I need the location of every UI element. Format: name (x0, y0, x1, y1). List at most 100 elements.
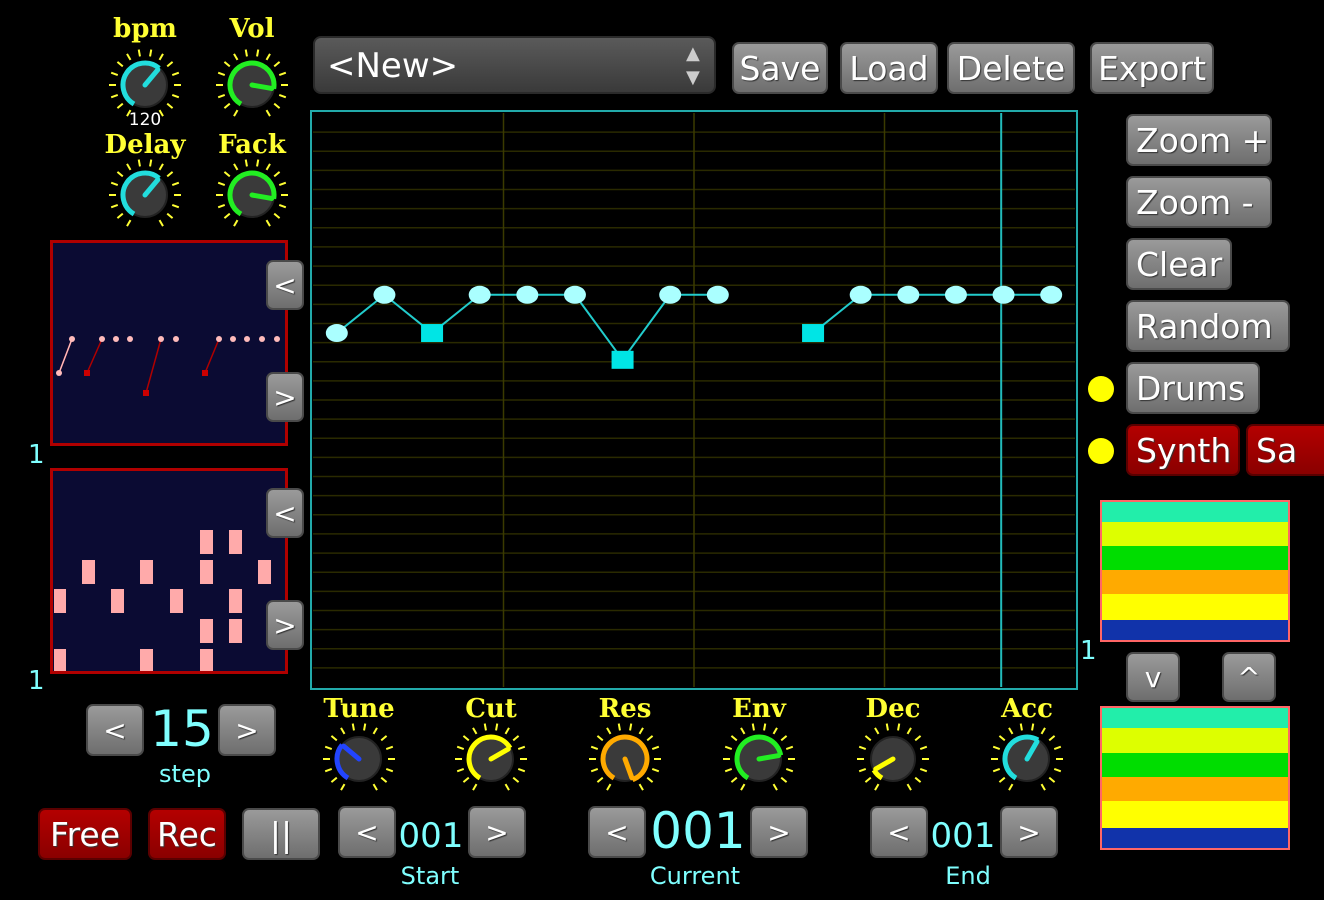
current-decrease-button[interactable]: < (588, 806, 646, 858)
note-dot (325, 324, 348, 343)
res-knob[interactable] (586, 720, 664, 798)
step-increase-button[interactable]: > (218, 704, 276, 756)
tune-knob[interactable] (320, 720, 398, 798)
load-button[interactable]: Load (840, 42, 938, 94)
knob-tick (998, 735, 1006, 742)
drum-next-button[interactable]: > (266, 600, 304, 650)
fack-knob[interactable] (213, 156, 291, 234)
knob-tick (472, 727, 478, 735)
drums-button[interactable]: Drums (1126, 362, 1260, 414)
knob-tick (233, 219, 239, 227)
drum-prev-button[interactable]: < (266, 488, 304, 538)
pattern-next-button[interactable]: > (266, 372, 304, 422)
clear-button[interactable]: Clear (1126, 238, 1232, 290)
knob-tick (512, 776, 520, 783)
start-increase-button[interactable]: > (468, 806, 526, 858)
delete-button[interactable]: Delete (947, 42, 1075, 94)
knob-tick (590, 745, 599, 751)
vol-knob[interactable] (213, 46, 291, 124)
knob-tick (340, 727, 346, 735)
knob-tick (885, 723, 889, 731)
current-increase-button[interactable]: > (750, 806, 808, 858)
knob-tick (646, 776, 654, 783)
acc-knob[interactable] (988, 720, 1066, 798)
meter-down-button[interactable]: v (1126, 652, 1180, 702)
knob-tick (372, 727, 378, 735)
knob-tick (1053, 767, 1062, 773)
vol-label: Vol (229, 14, 275, 44)
knob-tick (265, 53, 271, 61)
knob-tick (126, 219, 132, 227)
knob-tick (166, 102, 174, 109)
knob-tick (651, 767, 660, 773)
zoom-out-button[interactable]: Zoom - (1126, 176, 1272, 228)
knob-tick (363, 723, 367, 731)
knob-tick (110, 181, 119, 187)
knob-tick (772, 783, 778, 791)
rec-button[interactable]: Rec (148, 808, 226, 860)
knob-tick (380, 776, 388, 783)
pause-button[interactable]: || (242, 808, 320, 860)
zoom-in-button[interactable]: Zoom + (1126, 114, 1272, 166)
knob-tick (278, 181, 287, 187)
sample-button[interactable]: Sa (1246, 424, 1324, 476)
knob-tick (340, 783, 346, 791)
note-dot (992, 285, 1015, 304)
accent-note (421, 324, 444, 343)
knob-tick (166, 61, 174, 68)
free-button[interactable]: Free (38, 808, 132, 860)
meter-band (1102, 801, 1288, 828)
knob-tick (858, 767, 867, 773)
step-decrease-button[interactable]: < (86, 704, 144, 756)
meter-band (1102, 752, 1288, 777)
knob-tick (504, 783, 510, 791)
level-meter-lower (1100, 706, 1290, 850)
end-decrease-button[interactable]: < (870, 806, 928, 858)
knob-tick (617, 723, 621, 731)
random-button[interactable]: Random (1126, 300, 1290, 352)
knob-tick (217, 181, 226, 187)
knob-tick (351, 723, 355, 731)
knob-tick (724, 745, 733, 751)
knob-tick (273, 102, 281, 109)
knob-tick (483, 723, 487, 731)
knob-tick (751, 723, 755, 731)
sequencer-grid[interactable] (310, 110, 1078, 690)
knob-tick (504, 727, 510, 735)
note-dot (468, 285, 491, 304)
knob-tick (456, 745, 465, 751)
knob-tick (874, 783, 880, 791)
synth-button[interactable]: Synth (1126, 424, 1240, 476)
export-button[interactable]: Export (1090, 42, 1214, 94)
knob-tick (864, 776, 872, 783)
meter-band (1102, 502, 1288, 522)
current-label: Current (649, 862, 741, 890)
drum-overview-panel[interactable] (50, 468, 288, 674)
note-dot (373, 285, 396, 304)
env-knob[interactable] (720, 720, 798, 798)
knob-tick (785, 745, 794, 751)
dec-knob[interactable] (854, 720, 932, 798)
knob-tick (472, 783, 478, 791)
meter-band (1102, 827, 1288, 848)
knob-tick (126, 163, 132, 171)
start-decrease-button[interactable]: < (338, 806, 396, 858)
end-increase-button[interactable]: > (1000, 806, 1058, 858)
knob-tick (780, 776, 788, 783)
preset-select[interactable]: <New> ▲▼ (313, 36, 716, 94)
synth-indicator (1088, 438, 1114, 464)
knob-tick (217, 71, 226, 77)
meter-up-button[interactable]: ^ (1222, 652, 1276, 702)
knob-tick (158, 53, 164, 61)
cut-knob[interactable] (452, 720, 530, 798)
pattern-prev-button[interactable]: < (266, 260, 304, 310)
save-button[interactable]: Save (732, 42, 828, 94)
knob-tick (730, 776, 738, 783)
knob-tick (256, 49, 260, 57)
knob-tick (223, 171, 231, 178)
pattern-overview-panel[interactable] (50, 240, 288, 446)
delay-knob[interactable] (106, 156, 184, 234)
knob-tick (462, 735, 470, 742)
knob-tick (495, 723, 499, 731)
note-dot (897, 285, 920, 304)
